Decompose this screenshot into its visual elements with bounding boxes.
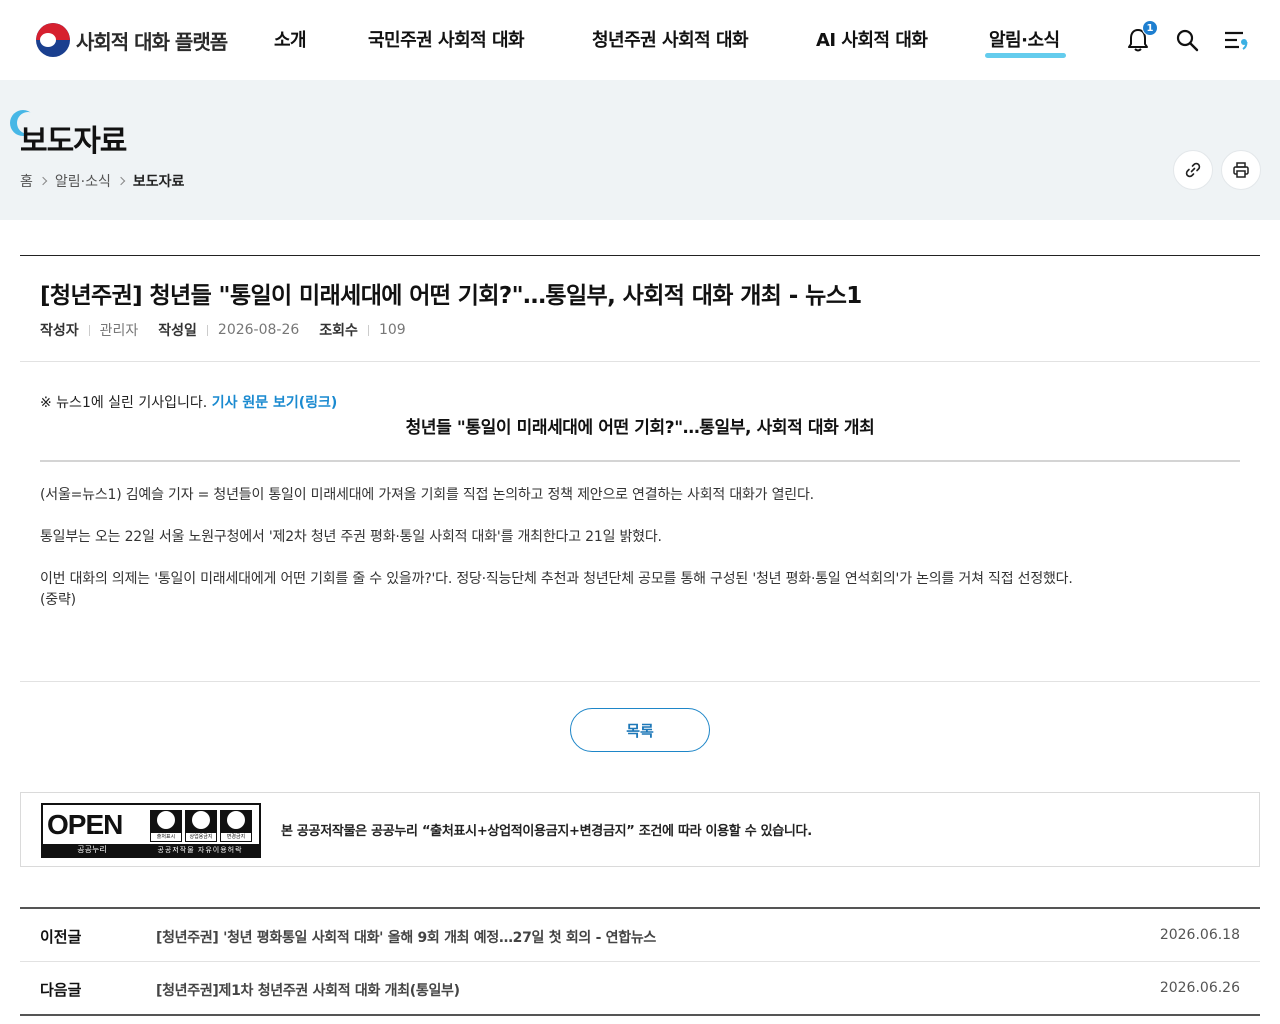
nav-item-about[interactable]: 소개 [274, 26, 307, 52]
nav-item-youth-dialogue[interactable]: 청년주권 사회적 대화 [592, 26, 749, 52]
notification-button[interactable]: 1 [1124, 20, 1158, 54]
noncommercial-icon: 상업용금지 [185, 810, 217, 842]
kogl-sub-label: 공공누리 [43, 844, 141, 856]
list-button[interactable]: 목록 [570, 708, 710, 752]
date-value: 2026-08-26 [217, 322, 300, 338]
kogl-open-text: OPEN [47, 809, 123, 840]
views-label: 조회수 [319, 323, 358, 339]
author-value: 관리자 [99, 323, 139, 339]
attribution-icon: 출처표시 [150, 810, 182, 842]
nav-item-national-dialogue[interactable]: 국민주권 사회적 대화 [368, 26, 525, 52]
chevron-right-icon [38, 176, 48, 186]
copy-link-button[interactable] [1173, 150, 1213, 190]
next-post-label: 다음글 [40, 981, 82, 999]
menu-button[interactable] [1222, 26, 1250, 54]
article-title: [청년주권] 청년들 "통일이 미래세대에 어떤 기회?"…통일부, 사회적 대… [40, 283, 862, 309]
article-paragraph: 통일부는 오는 22일 서울 노원구청에서 '제2차 청년 주권 평화·통일 사… [40, 529, 662, 545]
page-title: 보도자료 [20, 124, 127, 159]
views-value: 109 [378, 322, 406, 338]
no-derivatives-icon: 변경금지 [220, 810, 252, 842]
source-notice: ※ 뉴스1에 실린 기사입니다. 기사 원문 보기(링크) [40, 392, 337, 412]
breadcrumb-home[interactable]: 홈 [20, 171, 33, 191]
notice-text: ※ 뉴스1에 실린 기사입니다. [40, 395, 208, 411]
nav-item-news[interactable]: 알림·소식 [985, 26, 1066, 58]
article-headline: 청년들 "통일이 미래세대에 어떤 기회?"…통일부, 사회적 대화 개최 [405, 418, 875, 438]
post-nav-bottom-divider [20, 1014, 1260, 1016]
meta-divider [88, 324, 90, 336]
taegeuk-logo-icon [36, 23, 70, 57]
next-post-date: 2026.06.26 [1159, 980, 1240, 996]
article-paragraph: 이번 대화의 의제는 '통일이 미래세대에게 어떤 기회를 줄 수 있을까?'다… [40, 571, 1073, 587]
logo-text: 사회적 대화 플랫폼 [76, 29, 228, 54]
meta-divider [206, 324, 208, 336]
site-logo[interactable]: 사회적 대화 플랫폼 [36, 22, 228, 58]
headline-divider [40, 460, 1240, 462]
article-paragraph: (중략) [40, 592, 76, 608]
link-icon [1185, 162, 1201, 178]
next-post-row[interactable]: 다음글 [청년주권]제1차 청년주권 사회적 대화 개최(통일부) 2026.0… [20, 962, 1260, 1014]
print-button[interactable] [1221, 150, 1261, 190]
content-end-divider [20, 681, 1260, 682]
nav-item-ai-dialogue[interactable]: AI 사회적 대화 [816, 26, 928, 52]
article-top-divider [20, 255, 1260, 256]
chevron-right-icon [116, 176, 126, 186]
search-button[interactable] [1173, 26, 1201, 54]
kogl-sub-label: 공공저작물 자유이용허락 [141, 844, 259, 856]
article-paragraph: (서울=뉴스1) 김예슬 기자 = 청년들이 통일이 미래세대에 가져올 기회를… [40, 487, 814, 503]
prev-post-label: 이전글 [40, 928, 82, 946]
print-icon [1233, 162, 1249, 178]
breadcrumb-current: 보도자료 [132, 174, 185, 190]
kogl-badge: OPEN 출처표시 상업용금지 변경금지 공공누리 공공저작물 자유이용허락 [41, 803, 261, 858]
menu-icon [1225, 31, 1248, 50]
prev-post-title[interactable]: [청년주권] '청년 평화통일 사회적 대화' 올해 9회 개최 예정…27일 … [156, 927, 656, 947]
next-post-title[interactable]: [청년주권]제1차 청년주권 사회적 대화 개최(통일부) [156, 980, 460, 1000]
prev-post-row[interactable]: 이전글 [청년주권] '청년 평화통일 사회적 대화' 올해 9회 개최 예정…… [20, 909, 1260, 961]
original-article-link[interactable]: 기사 원문 보기(링크) [212, 395, 338, 411]
breadcrumb: 홈 알림·소식 보도자료 [20, 171, 184, 191]
author-label: 작성자 [40, 323, 79, 339]
breadcrumb-news[interactable]: 알림·소식 [55, 171, 111, 191]
meta-divider [367, 324, 369, 336]
site-header: 사회적 대화 플랫폼 소개 국민주권 사회적 대화 청년주권 사회적 대화 AI… [0, 0, 1280, 80]
license-text: 본 공공저작물은 공공누리 “출처표시+상업적이용금지+변경금지” 조건에 따라… [281, 824, 812, 839]
meta-divider-line [20, 361, 1260, 362]
notification-badge: 1 [1142, 20, 1158, 36]
prev-post-date: 2026.06.18 [1159, 927, 1240, 943]
license-box: OPEN 출처표시 상업용금지 변경금지 공공누리 공공저작물 자유이용허락 본… [20, 792, 1260, 867]
search-icon [1176, 29, 1199, 52]
sub-visual: 보도자료 홈 알림·소식 보도자료 [0, 80, 1280, 220]
article-meta: 작성자 관리자 작성일 2026-08-26 조회수 109 [40, 320, 426, 340]
date-label: 작성일 [158, 323, 197, 339]
